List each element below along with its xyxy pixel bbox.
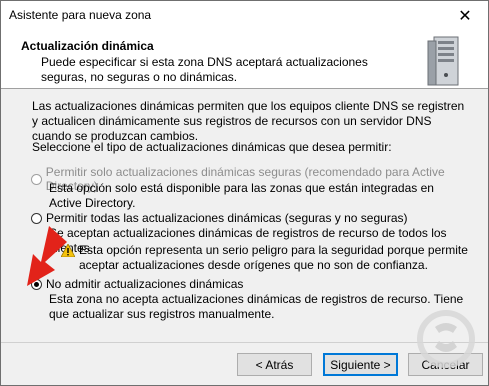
prompt-text: Seleccione el tipo de actualizaciones di…	[32, 140, 392, 154]
watermark-logo	[417, 310, 475, 368]
warning-icon	[61, 244, 75, 257]
header-title: Actualización dinámica	[21, 39, 154, 53]
next-button[interactable]: Siguiente >	[323, 353, 398, 376]
option-allow-all-warning: Esta opción representa un serio peligro …	[79, 243, 468, 272]
close-icon[interactable]: ✕	[442, 1, 488, 31]
header-description: Puede especificar si esta zona DNS acept…	[41, 55, 368, 84]
option-allow-all[interactable]: Permitir todas las actualizaciones dinám…	[31, 211, 408, 225]
option-no-dynamic-description: Esta zona no acepta actualizaciones diná…	[49, 292, 464, 321]
radio-secure-only	[31, 173, 42, 185]
intro-text: Las actualizaciones dinámicas permiten q…	[32, 99, 465, 143]
title-bar: Asistente para nueva zona ✕	[1, 1, 488, 31]
option-allow-all-label[interactable]: Permitir todas las actualizaciones dinám…	[46, 211, 408, 225]
wizard-window: Asistente para nueva zona ✕ Actualizació…	[0, 0, 489, 386]
wizard-header: Actualización dinámica Puede especificar…	[1, 31, 488, 89]
option-secure-only-description: Esta opción solo está disponible para la…	[49, 181, 434, 210]
window-title: Asistente para nueva zona	[9, 8, 152, 22]
radio-allow-all[interactable]	[31, 212, 42, 224]
server-icon	[427, 36, 459, 86]
back-button[interactable]: < Atrás	[237, 353, 312, 376]
option-no-dynamic-label[interactable]: No admitir actualizaciones dinámicas	[46, 277, 243, 291]
